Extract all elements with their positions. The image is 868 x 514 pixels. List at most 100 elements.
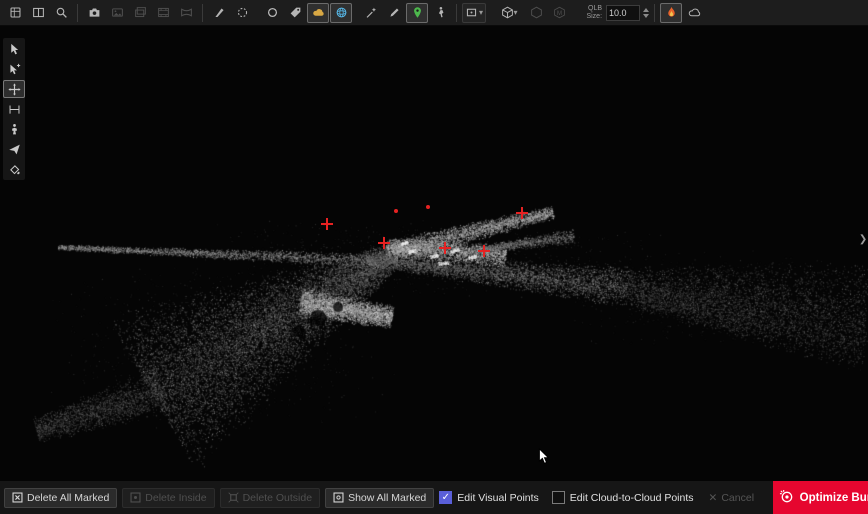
workspace-icon xyxy=(9,6,22,19)
person-tool-button[interactable] xyxy=(3,120,25,138)
qlb-size-label: QLB Size: xyxy=(576,5,602,21)
show-marked-icon xyxy=(333,492,344,503)
measure-tool-button[interactable] xyxy=(3,100,25,118)
show-all-marked-button[interactable]: Show All Marked xyxy=(325,488,434,508)
checkbox-label: Edit Visual Points xyxy=(457,492,539,504)
viewport-3d[interactable]: ❯ xyxy=(0,26,868,480)
cursor-icon xyxy=(8,43,21,56)
control-point-dot[interactable] xyxy=(426,205,430,209)
control-point-marker[interactable] xyxy=(439,242,451,254)
right-panel-toggle[interactable]: ❯ xyxy=(859,232,867,246)
edit-visual-points-checkbox[interactable]: ✓ Edit Visual Points xyxy=(439,491,539,504)
wand-tool-button[interactable] xyxy=(360,3,382,23)
camera-button[interactable] xyxy=(83,3,105,23)
sphere-tool-button[interactable] xyxy=(330,3,352,23)
delete-all-marked-button[interactable]: Delete All Marked xyxy=(4,488,117,508)
delete-inside-icon xyxy=(130,492,141,503)
cancel-button[interactable]: ✕ Cancel xyxy=(709,492,755,504)
control-point-marker[interactable] xyxy=(516,207,528,219)
cube-alt-icon xyxy=(530,6,543,19)
lasso-select-button[interactable] xyxy=(231,3,253,23)
measure-icon xyxy=(8,103,21,116)
checkbox-label: Edit Cloud-to-Cloud Points xyxy=(570,492,694,504)
panorama-icon xyxy=(180,6,193,19)
left-toolbar xyxy=(3,38,25,180)
pencil-tool-button[interactable] xyxy=(383,3,405,23)
svg-text:M: M xyxy=(556,10,561,17)
control-point-marker[interactable] xyxy=(321,218,333,230)
tag-icon xyxy=(289,6,302,19)
select-tool-button[interactable] xyxy=(3,40,25,58)
toolbar-separator xyxy=(654,4,655,22)
toolbar-separator xyxy=(77,4,78,22)
control-point-marker[interactable] xyxy=(378,237,390,249)
knife-icon xyxy=(213,6,226,19)
top-toolbar: ▾ ▾ M QLB Size: xyxy=(0,0,868,26)
stepper-up-icon xyxy=(643,8,649,12)
person-icon xyxy=(8,123,21,136)
film-button[interactable] xyxy=(152,3,174,23)
qlb-size-stepper[interactable] xyxy=(643,8,649,18)
toolbar-separator xyxy=(202,4,203,22)
optimize-bundle-button[interactable]: Optimize Bundle xyxy=(773,481,868,514)
cube-tool-button[interactable]: ▾ xyxy=(494,3,524,23)
delete-marked-icon xyxy=(12,492,23,503)
panels-button[interactable] xyxy=(27,3,49,23)
panorama-button[interactable] xyxy=(175,3,197,23)
button-label: Optimize Bundle xyxy=(800,492,868,504)
paint-tool-button[interactable] xyxy=(3,160,25,178)
pencil-icon xyxy=(388,6,401,19)
lasso-icon xyxy=(236,6,249,19)
close-icon: ✕ xyxy=(709,492,718,504)
pin-icon xyxy=(411,6,424,19)
selection-mode-dropdown[interactable]: ▾ xyxy=(462,3,486,23)
stepper-down-icon xyxy=(643,14,649,18)
checkbox-unchecked-icon xyxy=(552,491,565,504)
bottom-toolbar: Delete All Marked Delete Inside Delete O… xyxy=(0,480,868,514)
fly-tool-button[interactable] xyxy=(3,140,25,158)
cube-m-icon: M xyxy=(553,6,566,19)
workspace-button[interactable] xyxy=(4,3,26,23)
check-icon: ✓ xyxy=(442,493,450,503)
control-point-dot[interactable] xyxy=(394,209,398,213)
cube-m-button[interactable]: M xyxy=(548,3,570,23)
select-marked-tool-button[interactable] xyxy=(3,60,25,78)
box-mode-icon xyxy=(465,6,478,19)
sphere-icon xyxy=(335,6,348,19)
circle-tool-button[interactable] xyxy=(261,3,283,23)
photo-stack-button[interactable] xyxy=(129,3,151,23)
photo-button[interactable] xyxy=(106,3,128,23)
cloud-sync-button[interactable] xyxy=(683,3,705,23)
paint-bucket-icon xyxy=(8,163,21,176)
process-button[interactable] xyxy=(660,3,682,23)
cloud-tool-button[interactable] xyxy=(307,3,329,23)
flame-icon xyxy=(665,6,678,19)
walk-tool-button[interactable] xyxy=(429,3,451,23)
qlb-size-input[interactable] xyxy=(606,5,640,21)
optimize-bundle-icon xyxy=(779,489,794,507)
cloud-icon xyxy=(312,6,325,19)
tag-tool-button[interactable] xyxy=(284,3,306,23)
move-tool-button[interactable] xyxy=(3,80,25,98)
photo-icon xyxy=(111,6,124,19)
knife-tool-button[interactable] xyxy=(208,3,230,23)
cloud-sync-icon xyxy=(688,6,701,19)
cube-alt-button[interactable] xyxy=(525,3,547,23)
button-label: Show All Marked xyxy=(348,492,426,504)
cube-icon xyxy=(501,6,514,19)
move-icon xyxy=(8,83,21,96)
chevron-right-icon: ❯ xyxy=(859,234,867,245)
pin-tool-button[interactable] xyxy=(406,3,428,23)
button-label: Delete All Marked xyxy=(27,492,109,504)
delete-outside-button[interactable]: Delete Outside xyxy=(220,488,320,508)
delete-outside-icon xyxy=(228,492,239,503)
delete-inside-button[interactable]: Delete Inside xyxy=(122,488,214,508)
zoom-window-button[interactable] xyxy=(50,3,72,23)
control-point-marker[interactable] xyxy=(478,245,490,257)
edit-cloud-to-cloud-points-checkbox[interactable]: Edit Cloud-to-Cloud Points xyxy=(552,491,694,504)
camera-icon xyxy=(88,6,101,19)
button-label: Delete Inside xyxy=(145,492,206,504)
paper-plane-icon xyxy=(8,143,21,156)
application-window: ▾ ▾ M QLB Size: xyxy=(0,0,868,514)
photo-stack-icon xyxy=(134,6,147,19)
